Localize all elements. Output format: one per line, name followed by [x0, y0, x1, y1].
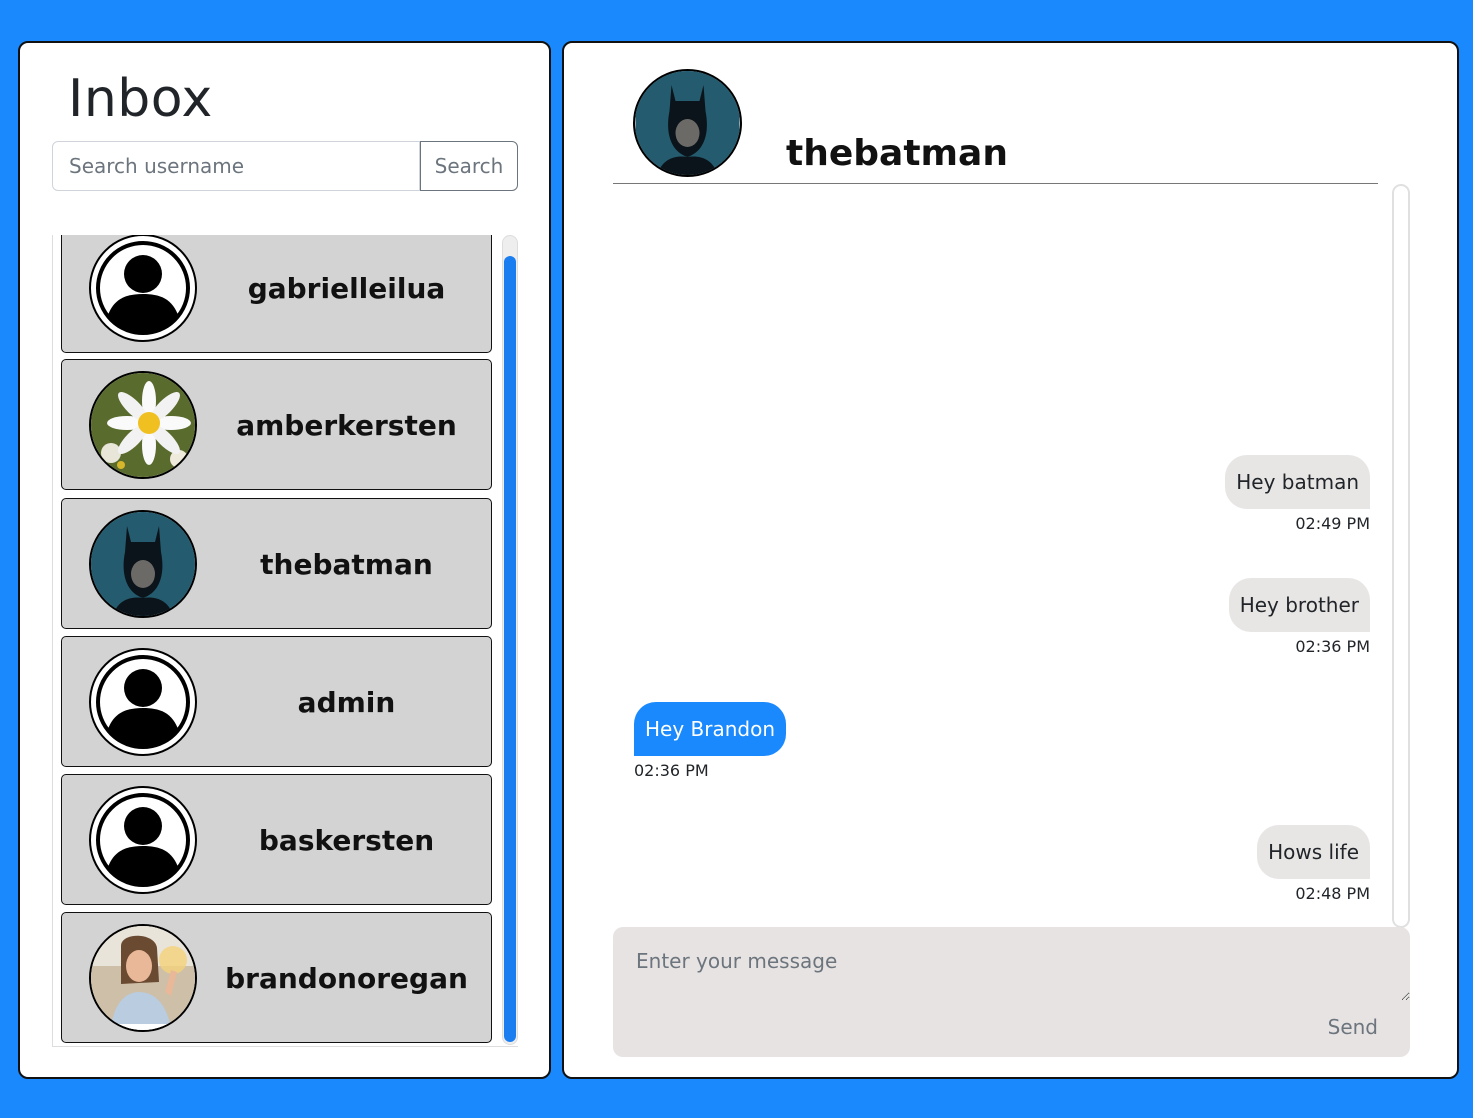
chat-header-divider: [613, 183, 1378, 184]
user-name: admin: [297, 686, 396, 719]
search-input[interactable]: [52, 141, 420, 191]
chat-panel: thebatman Hey batman 02:49 PM Hey brothe…: [562, 41, 1459, 1079]
message-sent: Hey brother 02:36 PM: [1228, 578, 1370, 656]
user-name: thebatman: [260, 548, 433, 581]
default-user-icon: [89, 648, 197, 756]
chat-scrollbar[interactable]: [1392, 184, 1410, 928]
search-group: Search: [52, 141, 518, 191]
user-list-scrollbar[interactable]: [502, 235, 518, 1045]
user-card-amberkersten[interactable]: amberkersten: [61, 359, 492, 490]
user-name: baskersten: [258, 824, 435, 857]
chat-username: thebatman: [786, 133, 1008, 174]
user-card-admin[interactable]: admin: [61, 636, 492, 767]
send-button[interactable]: Send: [1328, 1015, 1378, 1039]
user-list-scroll-thumb[interactable]: [504, 256, 516, 1042]
user-card-thebatman[interactable]: thebatman: [61, 498, 492, 629]
inbox-title: Inbox: [68, 69, 213, 129]
default-user-icon: [89, 786, 197, 894]
message-time: 02:49 PM: [1295, 514, 1370, 533]
message-received: Hey Brandon 02:36 PM: [634, 702, 787, 780]
message-time: 02:36 PM: [1295, 637, 1370, 656]
user-name: gabrielleilua: [247, 272, 446, 305]
inbox-panel: Inbox Search gabrielleilua: [18, 41, 551, 1079]
batman-avatar-icon: [89, 510, 197, 618]
user-card-brandonoregan[interactable]: brandonoregan: [61, 912, 492, 1043]
user-name: amberkersten: [236, 409, 457, 442]
search-button[interactable]: Search: [420, 141, 518, 191]
message-sent: Hows life 02:48 PM: [1257, 825, 1370, 903]
user-name: brandonoregan: [225, 962, 468, 995]
message-bubble: Hey Brandon: [634, 702, 787, 756]
message-bubble: Hows life: [1257, 825, 1370, 879]
user-card-gabrielleilua[interactable]: gabrielleilua: [61, 235, 492, 353]
chat-avatar-batman-icon: [633, 69, 742, 177]
user-list: gabrielleilua amberkersten thebatman adm…: [52, 235, 518, 1047]
message-time: 02:48 PM: [1295, 884, 1370, 903]
message-bubble: Hey batman: [1225, 455, 1370, 509]
daisy-avatar-icon: [89, 371, 197, 479]
message-time: 02:36 PM: [634, 761, 709, 780]
message-bubble: Hey brother: [1228, 578, 1370, 632]
message-input[interactable]: [613, 927, 1410, 1001]
user-card-baskersten[interactable]: baskersten: [61, 774, 492, 905]
message-sent: Hey batman 02:49 PM: [1225, 455, 1370, 533]
default-user-icon: [89, 235, 197, 342]
message-composer: Send: [613, 927, 1410, 1057]
woman-avatar-icon: [89, 924, 197, 1032]
